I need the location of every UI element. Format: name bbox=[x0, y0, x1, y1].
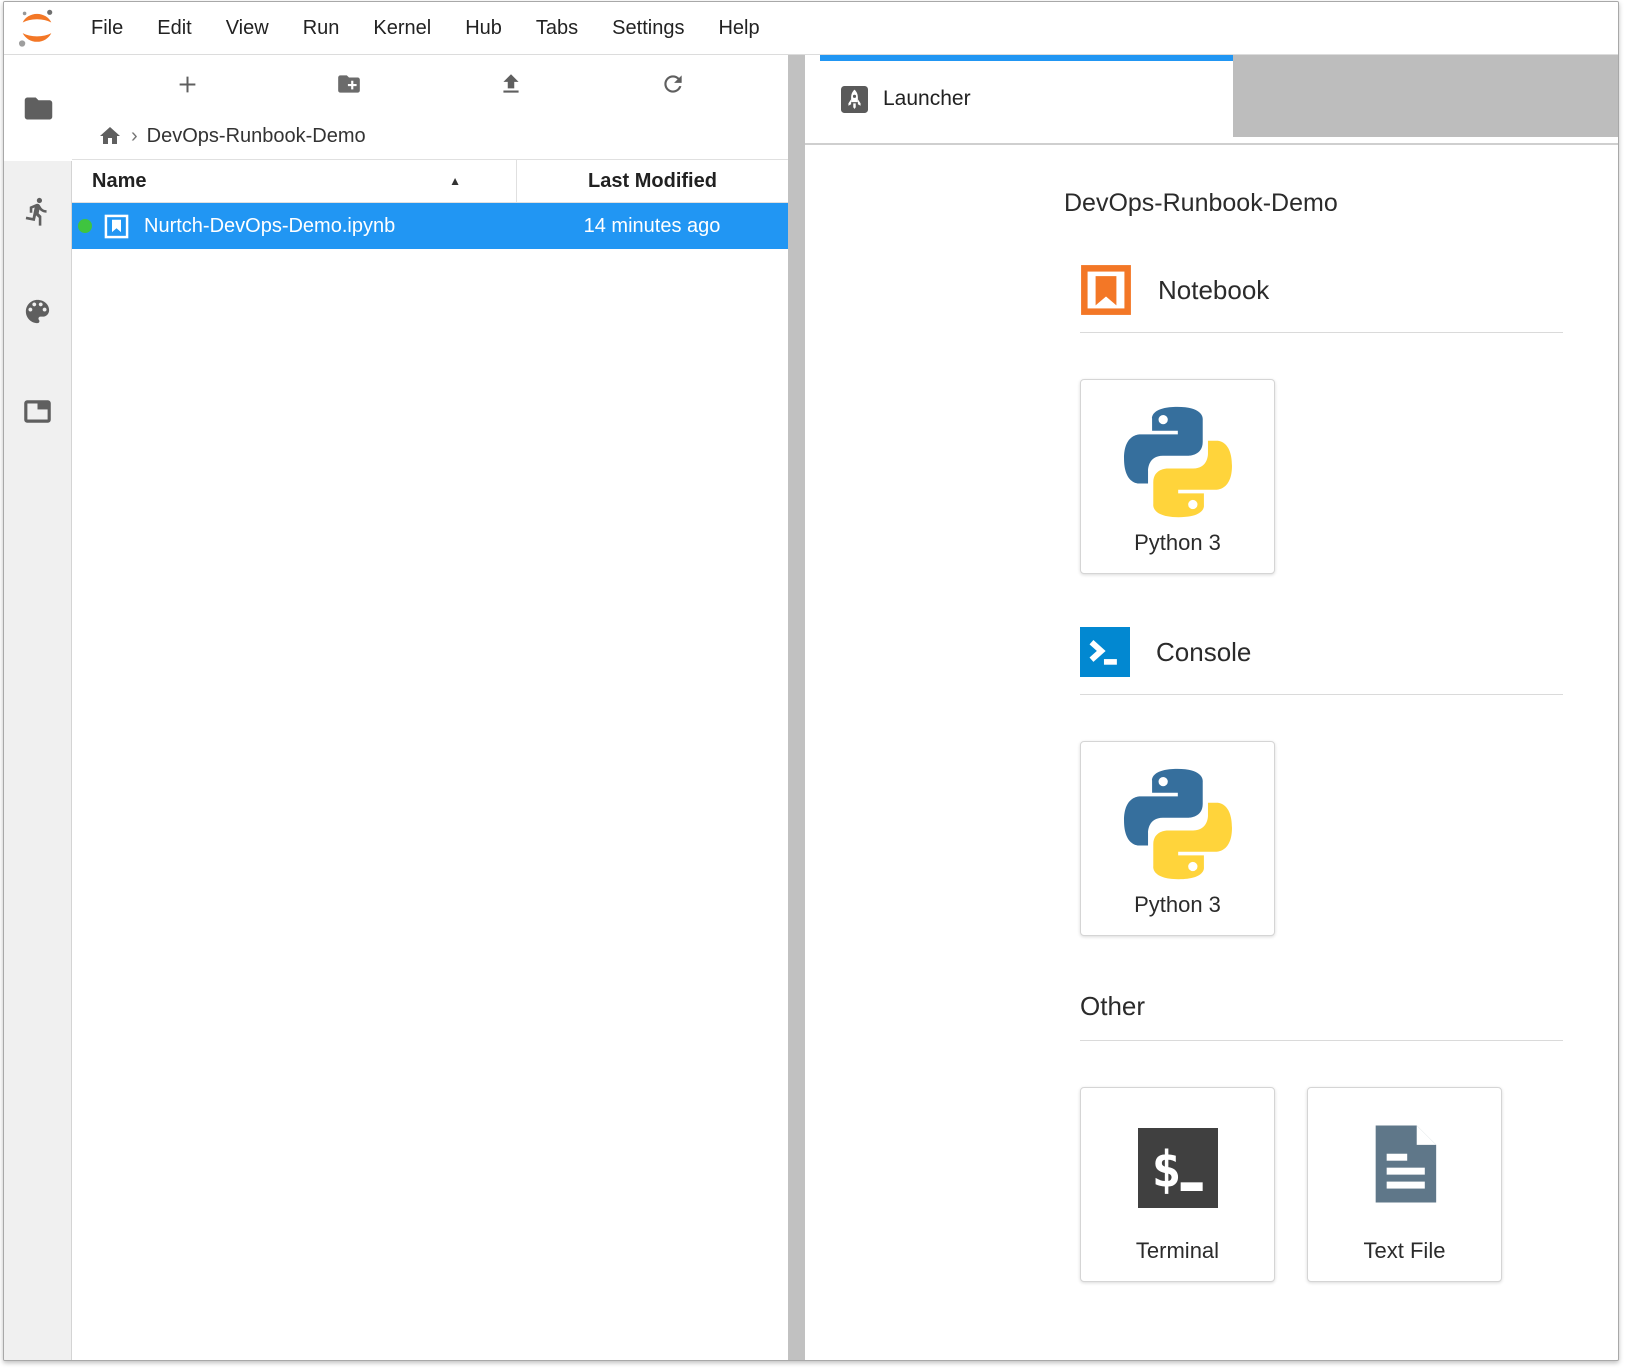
card-label: Python 3 bbox=[1134, 530, 1221, 556]
menu-help[interactable]: Help bbox=[701, 2, 776, 54]
breadcrumb-separator: › bbox=[131, 125, 138, 148]
section-label: Notebook bbox=[1158, 275, 1269, 306]
sidebar-item-open-tabs[interactable] bbox=[4, 361, 71, 461]
plus-icon bbox=[174, 71, 201, 98]
menu-settings[interactable]: Settings bbox=[595, 2, 701, 54]
kernel-running-dot bbox=[78, 219, 92, 233]
home-icon[interactable] bbox=[98, 124, 122, 148]
new-folder-button[interactable] bbox=[268, 71, 430, 97]
card-label: Terminal bbox=[1136, 1238, 1219, 1264]
new-folder-icon bbox=[336, 71, 362, 97]
sidebar-item-command-palette[interactable] bbox=[4, 261, 71, 361]
tab-bar-left-gap bbox=[805, 55, 820, 137]
menu-hub[interactable]: Hub bbox=[448, 2, 519, 54]
section-divider bbox=[1080, 332, 1563, 333]
panel-splitter-handle[interactable] bbox=[788, 55, 805, 1361]
section-divider bbox=[1080, 694, 1563, 695]
sidebar-item-file-browser[interactable] bbox=[4, 55, 72, 161]
python-icon bbox=[1122, 768, 1234, 880]
launcher-cwd-title: DevOps-Runbook-Demo bbox=[1064, 189, 1563, 218]
breadcrumb-folder[interactable]: DevOps-Runbook-Demo bbox=[147, 125, 366, 148]
section-divider bbox=[1080, 1040, 1563, 1041]
file-browser-panel: › DevOps-Runbook-Demo Name ▲ Last Modifi… bbox=[72, 55, 788, 1361]
notebook-icon bbox=[103, 213, 130, 240]
menu-file[interactable]: File bbox=[74, 2, 140, 54]
jupyter-logo bbox=[16, 7, 58, 49]
launcher-card-notebook-python3[interactable]: Python 3 bbox=[1080, 379, 1275, 574]
card-label: Text File bbox=[1364, 1238, 1446, 1264]
main-dock-panel: Launcher DevOps-Runbook-Demo Notebook bbox=[805, 55, 1618, 1361]
running-man-icon bbox=[22, 196, 53, 227]
upload-button[interactable] bbox=[430, 71, 592, 97]
new-launcher-button[interactable] bbox=[106, 71, 268, 98]
tab-bar-bottom-border bbox=[805, 137, 1618, 145]
file-list-header: Name ▲ Last Modified bbox=[72, 159, 788, 203]
section-label: Console bbox=[1156, 637, 1251, 668]
card-label: Python 3 bbox=[1134, 892, 1221, 918]
menu-run[interactable]: Run bbox=[286, 2, 357, 54]
file-row-selected[interactable]: Nurtch-DevOps-Demo.ipynb 14 minutes ago bbox=[72, 203, 788, 249]
section-label: Other bbox=[1080, 991, 1145, 1022]
menu-view[interactable]: View bbox=[209, 2, 286, 54]
launcher-card-console-python3[interactable]: Python 3 bbox=[1080, 741, 1275, 936]
refresh-button[interactable] bbox=[592, 71, 754, 97]
upload-icon bbox=[498, 71, 524, 97]
activity-sidebar bbox=[4, 55, 72, 1361]
menu-bar: File Edit View Run Kernel Hub Tabs Setti… bbox=[4, 2, 1618, 55]
console-icon bbox=[1080, 627, 1130, 677]
terminal-icon: $ bbox=[1138, 1128, 1218, 1208]
jupyterlab-window: File Edit View Run Kernel Hub Tabs Setti… bbox=[3, 1, 1619, 1361]
column-header-last-modified[interactable]: Last Modified bbox=[517, 170, 788, 193]
tabs-icon bbox=[21, 395, 54, 428]
file-last-modified: 14 minutes ago bbox=[516, 215, 788, 238]
text-file-icon bbox=[1361, 1120, 1449, 1208]
breadcrumb: › DevOps-Runbook-Demo bbox=[72, 113, 788, 159]
launcher-card-terminal[interactable]: $ Terminal bbox=[1080, 1087, 1275, 1282]
file-name: Nurtch-DevOps-Demo.ipynb bbox=[144, 215, 516, 238]
launcher-section-notebook: Notebook bbox=[1080, 264, 1563, 316]
file-browser-toolbar bbox=[72, 55, 788, 113]
refresh-icon bbox=[660, 71, 686, 97]
dock-tab-bar: Launcher bbox=[805, 55, 1618, 137]
menu-edit[interactable]: Edit bbox=[140, 2, 208, 54]
sidebar-item-running-sessions[interactable] bbox=[4, 161, 71, 261]
column-header-name[interactable]: Name ▲ bbox=[72, 160, 516, 202]
tab-bar-empty-area bbox=[1233, 55, 1618, 137]
notebook-icon bbox=[1080, 264, 1132, 316]
menu-kernel[interactable]: Kernel bbox=[356, 2, 448, 54]
launcher-rocket-icon bbox=[841, 86, 868, 113]
python-icon bbox=[1122, 406, 1234, 518]
tab-label: Launcher bbox=[883, 87, 971, 111]
palette-icon bbox=[22, 296, 53, 327]
sort-ascending-icon: ▲ bbox=[449, 174, 461, 188]
folder-icon bbox=[22, 92, 55, 125]
launcher-panel: DevOps-Runbook-Demo Notebook bbox=[805, 145, 1618, 1361]
launcher-card-text-file[interactable]: Text File bbox=[1307, 1087, 1502, 1282]
name-header-label: Name bbox=[92, 170, 146, 193]
svg-text:$: $ bbox=[1151, 1140, 1181, 1198]
tab-launcher[interactable]: Launcher bbox=[820, 55, 1233, 137]
launcher-section-console: Console bbox=[1080, 626, 1563, 678]
launcher-section-other: Other bbox=[1080, 988, 1563, 1024]
menu-tabs[interactable]: Tabs bbox=[519, 2, 595, 54]
